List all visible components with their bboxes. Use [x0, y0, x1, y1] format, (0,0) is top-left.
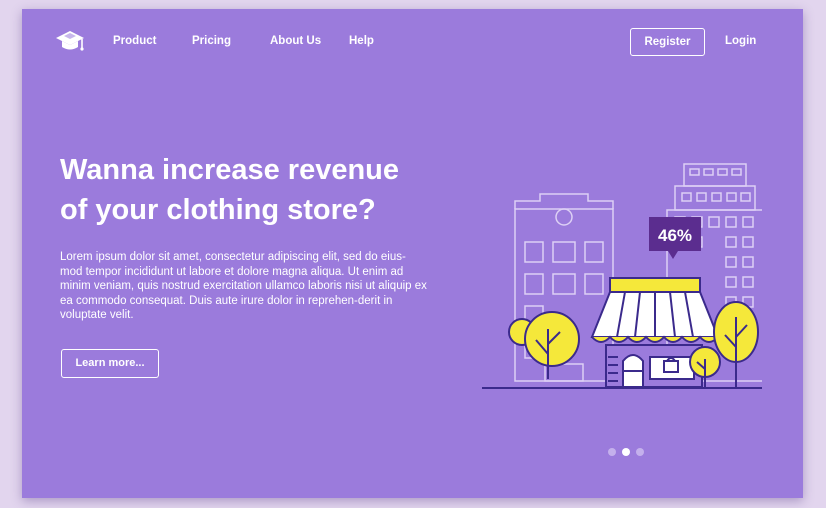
store-illustration: 46%: [482, 163, 762, 389]
nav-about-us[interactable]: About Us: [270, 35, 321, 47]
learn-more-button[interactable]: Learn more...: [61, 349, 159, 378]
nav-product[interactable]: Product: [113, 35, 156, 47]
login-link[interactable]: Login: [725, 35, 756, 47]
nav-help[interactable]: Help: [349, 35, 374, 47]
discount-badge: 46%: [649, 217, 701, 259]
register-button[interactable]: Register: [630, 28, 705, 56]
carousel-dot-1[interactable]: [608, 448, 616, 456]
carousel-dot-2[interactable]: [622, 448, 630, 456]
hero-title-line-1: Wanna increase revenue: [60, 154, 400, 186]
carousel-indicators: [608, 443, 650, 456]
tree-icon-left: [508, 311, 580, 379]
tree-icon-right: [713, 301, 759, 387]
hero-description: Lorem ipsum dolor sit amet, consectetur …: [60, 251, 427, 322]
nav-pricing[interactable]: Pricing: [192, 35, 231, 47]
graduation-cap-icon[interactable]: [55, 30, 85, 54]
landing-page: Product Pricing About Us Help Register L…: [22, 9, 803, 498]
hero-title: Wanna increase revenue of your clothing …: [60, 150, 440, 230]
carousel-dot-3[interactable]: [636, 448, 644, 456]
badge-text: 46%: [658, 226, 692, 245]
hero-title-line-2: of your clothing store?: [60, 194, 376, 226]
